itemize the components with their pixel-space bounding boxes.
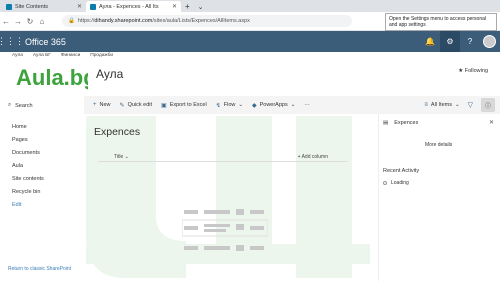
empty-list-illustration [182, 209, 268, 251]
url-host: dihandy.sharepoint.com [94, 18, 153, 24]
refresh-icon[interactable]: ↻ [24, 17, 36, 26]
filter-icon[interactable]: ▽ [468, 101, 473, 109]
close-tab-icon[interactable]: ✕ [77, 3, 82, 10]
site-title[interactable]: Аула [96, 67, 123, 81]
loading-indicator: Loading [383, 180, 409, 186]
nav-item-pages[interactable]: Pages [12, 137, 44, 143]
list-title: Expences [94, 126, 141, 138]
recent-activity-heading: Recent Activity [383, 168, 420, 174]
search-box[interactable]: ⌕ Search [4, 100, 79, 111]
export-label: Export to Excel [169, 102, 207, 108]
view-selector[interactable]: ≡ All Items ⌄ [424, 102, 459, 108]
url-path: /sites/aula/Lists/Expences/AllItems.aspx [152, 18, 250, 24]
nav-item-recycle-bin[interactable]: Recycle bin [12, 189, 44, 195]
new-button[interactable]: + New [93, 102, 111, 108]
sharepoint-icon [90, 3, 96, 10]
lock-icon: 🔒 [68, 18, 75, 24]
column-header-row: Title ⌄ + Add column [98, 152, 348, 162]
nav-item-documents[interactable]: Documents [12, 150, 44, 156]
topnav-item[interactable]: Аула БГ [33, 53, 51, 58]
back-icon[interactable]: ← [0, 17, 12, 26]
help-icon[interactable]: ? [460, 31, 480, 52]
plus-icon: + [93, 102, 97, 108]
chevron-down-icon: ⌄ [455, 102, 460, 108]
topnav-item[interactable]: Аула [12, 53, 23, 58]
browser-tab-bar: Site Contents ✕ Аула - Expences - All It… [0, 0, 500, 12]
tab-menu-icon[interactable]: ⌄ [194, 1, 208, 12]
flow-icon: ↯ [215, 102, 221, 109]
search-placeholder: Search [15, 102, 33, 109]
nav-item-aula[interactable]: Aula [12, 163, 44, 169]
info-icon[interactable]: ⓘ [481, 98, 495, 112]
flow-button[interactable]: ↯ Flow ⌄ [216, 102, 243, 109]
more-button[interactable]: ··· [304, 102, 310, 108]
more-details-link[interactable]: More details [425, 142, 452, 148]
avatar[interactable] [483, 35, 496, 48]
powerapps-button[interactable]: ◆ PowerApps ⌄ [252, 102, 295, 109]
chevron-down-icon: ⌄ [238, 102, 243, 108]
suite-bar: ⋮⋮⋮ Office 365 🔔 ⚙ ? [0, 31, 500, 52]
column-title-header[interactable]: Title ⌄ [114, 154, 129, 160]
add-column-button[interactable]: + Add column [298, 154, 328, 160]
site-header: Aula.bg Аула ★ Following [0, 60, 500, 96]
spinner-icon [383, 181, 387, 185]
quick-edit-button[interactable]: ✎ Quick edit [120, 102, 153, 109]
flow-label: Flow [223, 102, 236, 108]
return-classic-link[interactable]: Return to classic SharePoint [8, 266, 71, 272]
chevron-down-icon: ⌄ [290, 102, 296, 108]
left-navigation: Home Pages Documents Aula Site contents … [12, 124, 44, 208]
close-icon[interactable]: ✕ [489, 119, 494, 126]
loading-label: Loading [391, 180, 409, 186]
nav-item-home[interactable]: Home [12, 124, 44, 130]
pencil-icon: ✎ [119, 102, 125, 109]
tab-expences[interactable]: Аула - Expences - All Its ✕ [86, 1, 181, 12]
tab-label: Site Contents [15, 3, 49, 10]
topnav-item[interactable]: Финанси [61, 53, 80, 58]
new-tab-button[interactable]: + [181, 1, 194, 12]
bell-icon[interactable]: 🔔 [420, 31, 440, 52]
list-icon: ≡ [424, 102, 428, 108]
topnav-item[interactable]: Продажби [90, 53, 113, 58]
list-view: Expences Title ⌄ + Add column [84, 114, 374, 281]
pane-header: ▤ Expences [383, 120, 418, 126]
command-bar: + New ✎ Quick edit ▣ Export to Excel ↯ Flow ⌄… [84, 96, 500, 114]
home-icon[interactable]: ⌂ [36, 17, 48, 26]
nav-edit-link[interactable]: Edit [12, 202, 44, 208]
view-label: All Items [430, 102, 452, 108]
column-title-label: Title [114, 153, 124, 160]
site-logo[interactable]: Aula.bg [16, 64, 88, 90]
gear-icon[interactable]: ⚙ [440, 31, 460, 52]
excel-icon: ▣ [161, 102, 167, 109]
pane-title-label: Expences [394, 120, 419, 126]
forward-icon[interactable]: → [12, 17, 24, 26]
top-navigation: Аула Аула БГ Финанси Продажби [12, 53, 113, 58]
search-icon: ⌕ [8, 102, 12, 108]
sharepoint-icon [6, 3, 12, 10]
quick-edit-label: Quick edit [127, 102, 153, 108]
suite-app-name[interactable]: Office 365 [25, 37, 66, 47]
url-prefix: https:// [77, 18, 95, 24]
export-excel-button[interactable]: ▣ Export to Excel [161, 102, 207, 109]
app-launcher-icon[interactable]: ⋮⋮⋮ [0, 31, 24, 52]
tab-site-contents[interactable]: Site Contents ✕ [2, 1, 86, 12]
tab-label: Аула - Expences - All Its [99, 3, 159, 10]
settings-tooltip: Open the Settings menu to access persona… [385, 13, 497, 31]
follow-label: Following [464, 68, 488, 74]
powerapps-icon: ◆ [251, 102, 257, 109]
list-icon: ▤ [383, 120, 389, 126]
nav-item-site-contents[interactable]: Site contents [12, 176, 44, 182]
new-label: New [99, 102, 111, 108]
follow-button[interactable]: ★ Following [458, 68, 488, 74]
close-tab-icon[interactable]: ✕ [172, 3, 177, 10]
url-field[interactable]: 🔒 https://dihandy.sharepoint.com/sites/a… [62, 15, 352, 27]
details-pane: ▤ Expences ✕ More details Recent Activity… [378, 114, 500, 281]
powerapps-label: PowerApps [259, 102, 288, 108]
logo-text: Aula.bg [16, 65, 88, 90]
